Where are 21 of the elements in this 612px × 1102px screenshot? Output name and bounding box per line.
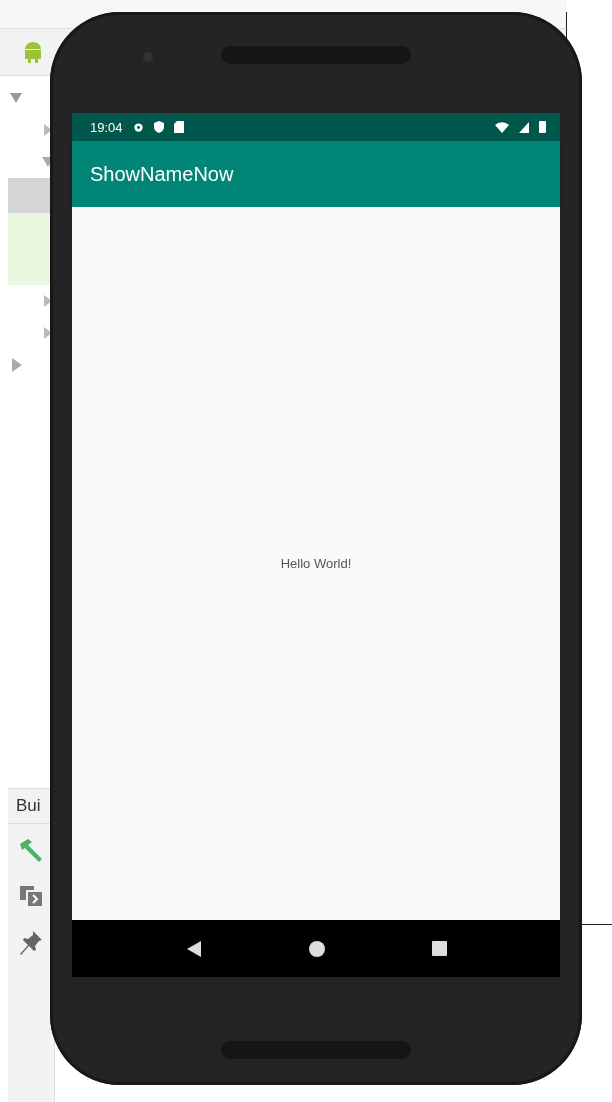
sd-card-icon	[173, 121, 184, 133]
expand-arrow-icon	[44, 124, 52, 136]
pin-icon[interactable]	[19, 930, 43, 956]
expand-arrow-icon	[12, 358, 22, 372]
expand-arrow-icon	[44, 295, 52, 307]
wifi-icon	[495, 121, 509, 133]
console-icon[interactable]	[18, 884, 44, 908]
signal-icon	[519, 121, 529, 133]
android-icon	[22, 40, 44, 64]
app-title: ShowNameNow	[90, 162, 234, 186]
shield-icon	[153, 121, 164, 133]
build-tab-label[interactable]: Bui	[16, 796, 41, 816]
back-icon	[185, 939, 202, 958]
expand-arrow-icon	[44, 327, 52, 339]
recents-icon	[431, 941, 447, 956]
collapse-arrow-icon	[10, 93, 22, 103]
gear-icon	[132, 121, 144, 133]
hello-text: Hello World!	[280, 556, 352, 571]
battery-icon	[539, 121, 546, 133]
home-icon	[308, 940, 325, 957]
status-time: 19:04	[90, 119, 123, 135]
